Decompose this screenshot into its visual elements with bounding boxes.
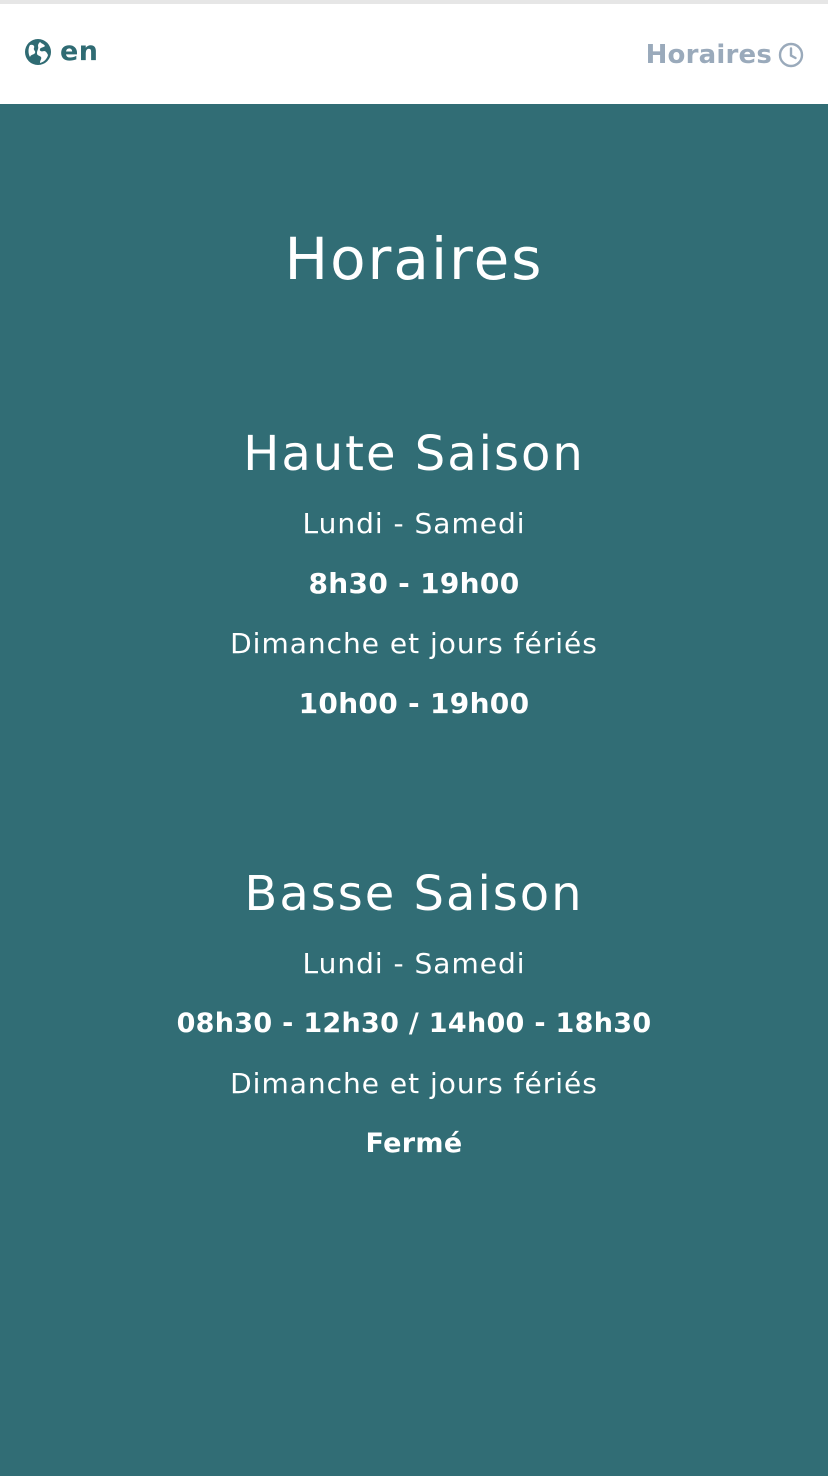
hours-link-label: Horaires — [645, 40, 772, 70]
weekday-hours: 08h30 - 12h30 / 14h00 - 18h30 — [176, 1008, 652, 1039]
weekend-label: Dimanche et jours fériés — [230, 1067, 598, 1100]
high-season-block: Haute Saison Lundi - Samedi 8h30 - 19h00… — [0, 424, 828, 722]
language-switcher[interactable]: en — [24, 38, 99, 66]
globe-icon — [25, 39, 51, 65]
weekday-hours: 8h30 - 19h00 — [308, 567, 520, 600]
weekend-hours: 10h00 - 19h00 — [298, 687, 530, 720]
top-bar: en Horaires — [0, 4, 828, 104]
language-label: en — [60, 36, 99, 67]
weekend-hours: Fermé — [365, 1128, 463, 1159]
hours-nav-link[interactable]: Horaires — [646, 41, 804, 69]
season-title: Haute Saison — [243, 426, 585, 482]
low-season-block: Basse Saison Lundi - Samedi 08h30 - 12h3… — [0, 864, 828, 1162]
weekend-label: Dimanche et jours fériés — [230, 627, 598, 660]
clock-icon — [778, 42, 804, 68]
weekday-label: Lundi - Samedi — [302, 947, 526, 980]
page-title: Horaires — [284, 225, 544, 293]
season-title: Basse Saison — [244, 866, 584, 922]
weekday-label: Lundi - Samedi — [302, 507, 526, 540]
